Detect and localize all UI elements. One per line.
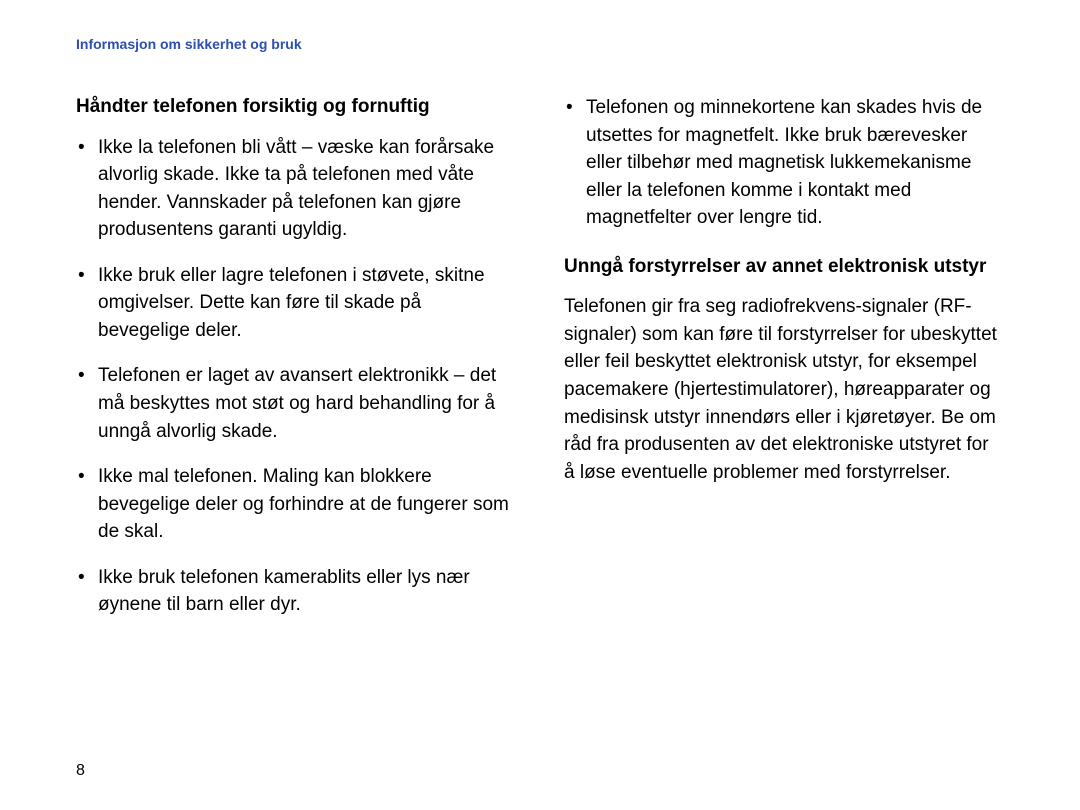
page: Informasjon om sikkerhet og bruk Håndter…: [0, 0, 1080, 810]
columns: Håndter telefonen forsiktig og fornuftig…: [76, 94, 1004, 637]
left-column: Håndter telefonen forsiktig og fornuftig…: [76, 94, 516, 637]
left-bullet-list: Ikke la telefonen bli vått – væske kan f…: [76, 134, 516, 619]
list-item: Ikke bruk eller lagre telefonen i støvet…: [76, 262, 516, 345]
page-number: 8: [76, 762, 85, 780]
running-header: Informasjon om sikkerhet og bruk: [76, 36, 1004, 52]
right-column: Telefonen og minnekortene kan skades hvi…: [564, 94, 1004, 637]
right-bullet-list: Telefonen og minnekortene kan skades hvi…: [564, 94, 1004, 232]
list-item: Ikke la telefonen bli vått – væske kan f…: [76, 134, 516, 244]
list-item: Telefonen og minnekortene kan skades hvi…: [564, 94, 1004, 232]
list-item: Telefonen er laget av avansert elektroni…: [76, 362, 516, 445]
list-item: Ikke bruk telefonen kamerablits eller ly…: [76, 564, 516, 619]
left-heading: Håndter telefonen forsiktig og fornuftig: [76, 94, 516, 120]
list-item: Ikke mal telefonen. Maling kan blokkere …: [76, 463, 516, 546]
right-paragraph: Telefonen gir fra seg radiofrekvens-sign…: [564, 293, 1004, 486]
right-heading: Unngå forstyrrelser av annet elektronisk…: [564, 254, 1004, 280]
